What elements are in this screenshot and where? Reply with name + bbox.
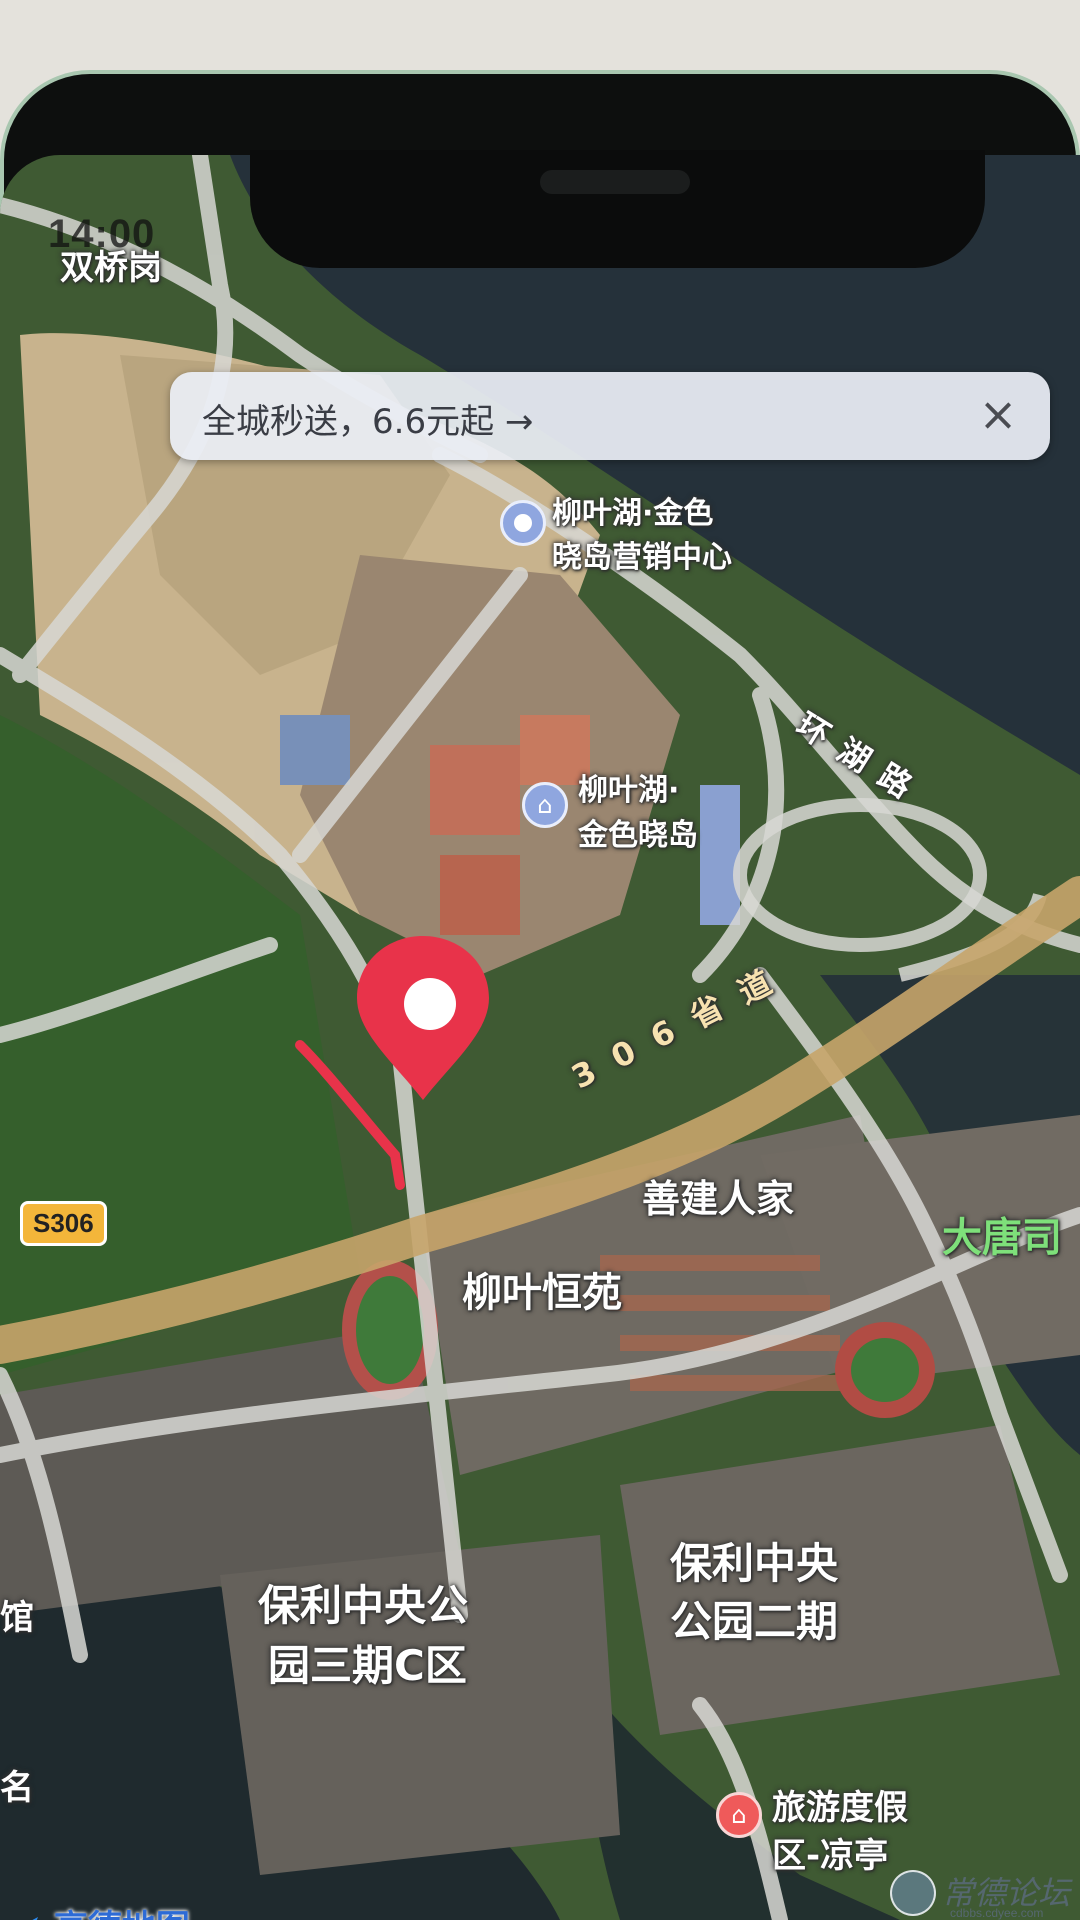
road-badge-s306: S306 bbox=[20, 1201, 107, 1246]
label-baoli-2-1[interactable]: 保利中央 bbox=[670, 1530, 838, 1591]
label-resort-2[interactable]: 区-凉亭 bbox=[772, 1828, 888, 1877]
label-shuangqiao[interactable]: 双桥岗 bbox=[60, 240, 162, 289]
label-liuyehu-center-2[interactable]: 晓岛营销中心 bbox=[552, 532, 732, 576]
forum-watermark: 常德论坛 cdbbs.cdyee.com bbox=[890, 1868, 1080, 1920]
navigation-arrow-icon bbox=[31, 1916, 38, 1920]
amap-logo: 高德地图 bbox=[8, 1900, 190, 1920]
label-shanjian[interactable]: 善建人家 bbox=[642, 1168, 794, 1223]
label-liuyehu-center-1[interactable]: 柳叶湖·金色 bbox=[552, 488, 713, 532]
watermark-seal-icon bbox=[890, 1870, 936, 1916]
photo-of-phone: 14:00 双桥岗 柳叶湖·金色 晓岛营销中心 环湖路 ⌂ 柳叶湖· 金色晓岛 … bbox=[0, 0, 1080, 1920]
label-baoli-c-1[interactable]: 保利中央公 bbox=[258, 1572, 468, 1633]
label-edge-left-1[interactable]: 馆 bbox=[0, 1590, 34, 1639]
label-liuyehu-jinse-2[interactable]: 金色晓岛 bbox=[578, 810, 698, 854]
logo-text: 高德地图 bbox=[54, 1908, 190, 1920]
poi-house-icon[interactable]: ⌂ bbox=[522, 782, 568, 828]
label-liuyehu-jinse-1[interactable]: 柳叶湖· bbox=[578, 765, 679, 809]
label-liuyehengyuan[interactable]: 柳叶恒苑 bbox=[462, 1260, 622, 1318]
poi-resort-icon[interactable]: ⌂ bbox=[716, 1792, 762, 1838]
label-resort-1[interactable]: 旅游度假 bbox=[772, 1780, 908, 1829]
close-icon[interactable]: × bbox=[970, 386, 1026, 442]
poi-location-pin-icon[interactable] bbox=[500, 500, 546, 546]
label-datang[interactable]: 大唐司 bbox=[942, 1205, 1062, 1263]
banner-text[interactable]: 全城秒送，6.6元起 → bbox=[202, 394, 533, 443]
location-marker-icon[interactable] bbox=[353, 932, 493, 1102]
label-baoli-2-2[interactable]: 公园二期 bbox=[670, 1588, 838, 1649]
phone-notch bbox=[250, 150, 985, 268]
speaker-grille bbox=[540, 170, 690, 194]
label-baoli-c-2[interactable]: 园三期C区 bbox=[268, 1632, 467, 1693]
label-edge-left-2[interactable]: 名 bbox=[0, 1760, 34, 1809]
promo-banner[interactable]: 全城秒送，6.6元起 → × bbox=[170, 372, 1050, 460]
watermark-url: cdbbs.cdyee.com bbox=[950, 1906, 1044, 1920]
